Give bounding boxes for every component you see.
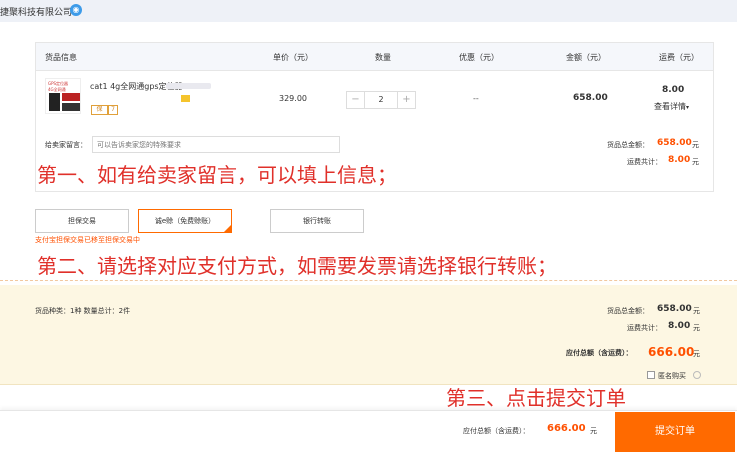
summary-goods-label: 货品总金额： [607,307,649,315]
currency-unit: 元 [693,307,700,315]
section-divider [0,280,737,282]
anonymous-purchase-checkbox[interactable] [647,371,655,379]
device-image [49,93,60,111]
seller-message-input[interactable] [92,136,340,153]
table-header: 货品信息 单价（元） 数量 优惠（元） 金额（元） 运费（元） [36,43,713,71]
device-image [62,103,80,111]
footer-total-label: 应付总额（含运费）： [463,427,530,435]
column-header-goods: 货品信息 [45,53,77,62]
column-header-shipping: 运费（元） [659,53,699,62]
payment-option-credit-label: 诚e赊（免费赊账） [154,217,216,225]
help-icon[interactable] [693,371,701,379]
shipping-total-value: 8.00 [668,155,691,165]
total-payable-label: 应付总额（含运费）： [566,349,633,357]
summary-goods-value: 658.00 [657,304,692,314]
product-spec-tag-icon [181,95,190,102]
shipping-details-link[interactable]: 查看详情▾ [654,101,689,112]
summary-shipping-value: 8.00 [668,321,691,331]
message-label: 给卖家留言： [45,141,87,149]
quantity-input[interactable]: 2 [365,92,397,108]
selected-check-icon [223,224,232,233]
currency-unit: 元 [693,324,700,332]
footer-total-value: 666.00 [547,423,586,434]
column-header-quantity: 数量 [375,53,391,62]
unit-price: 329.00 [279,94,307,103]
line-amount: 658.00 [573,93,608,103]
shipping-details-label: 查看详情 [654,102,686,111]
submit-order-button[interactable]: 提交订单 [615,412,735,452]
quantity-stepper: − 2 + [346,91,416,109]
column-header-price: 单价（元） [273,53,313,62]
device-image [62,93,80,101]
goods-total-label: 货品总金额： [607,141,649,149]
product-thumbnail[interactable]: GPS定位器 4G全网通 [45,78,81,114]
item-count-summary: 货品种类：1种 数量总计：2件 [35,307,131,315]
discount-value: -- [473,94,479,103]
annotation-step-3: 第三、点击提交订单 [446,386,626,410]
seven-day-return-badge-icon: 7 [108,105,118,115]
anonymous-purchase-label: 匿名购买 [658,372,686,380]
seller-company-name[interactable]: 捷聚科技有限公司 [0,5,72,18]
order-summary-panel [0,285,737,385]
top-bar: 捷聚科技有限公司 ◉ [0,0,737,22]
currency-unit: 元 [692,158,699,166]
currency-unit: 元 [590,427,597,435]
payment-option-bank-transfer[interactable]: 银行转账 [270,209,364,233]
annotation-step-2: 第二、请选择对应支付方式，如需要发票请选择银行转账； [37,254,557,278]
payment-option-escrow[interactable]: 担保交易 [35,209,129,233]
shipping-total-label: 运费共计： [627,158,662,166]
column-header-discount: 优惠（元） [459,53,499,62]
column-header-amount: 金额（元） [566,53,606,62]
quantity-decrease-button[interactable]: − [347,92,365,108]
annotation-step-1: 第一、如有给卖家留言，可以填上信息； [37,163,397,187]
currency-unit: 元 [692,141,699,149]
quantity-increase-button[interactable]: + [397,92,415,108]
goods-total-value: 658.00 [657,138,692,148]
payment-notice: 支付宝担保交易已移至担保交易中 [35,236,140,244]
currency-unit: 元 [693,350,700,358]
summary-shipping-label: 运费共计： [627,324,662,332]
chevron-down-icon: ▾ [686,104,690,111]
blurred-title-text [166,83,211,89]
shipping-fee: 8.00 [662,85,685,95]
aliwangwang-chat-icon[interactable]: ◉ [70,4,82,16]
total-payable-value: 666.00 [648,345,695,359]
guarantee-badge-icon: 保 [91,105,108,115]
payment-option-credit[interactable]: 诚e赊（免费赊账） [138,209,232,233]
